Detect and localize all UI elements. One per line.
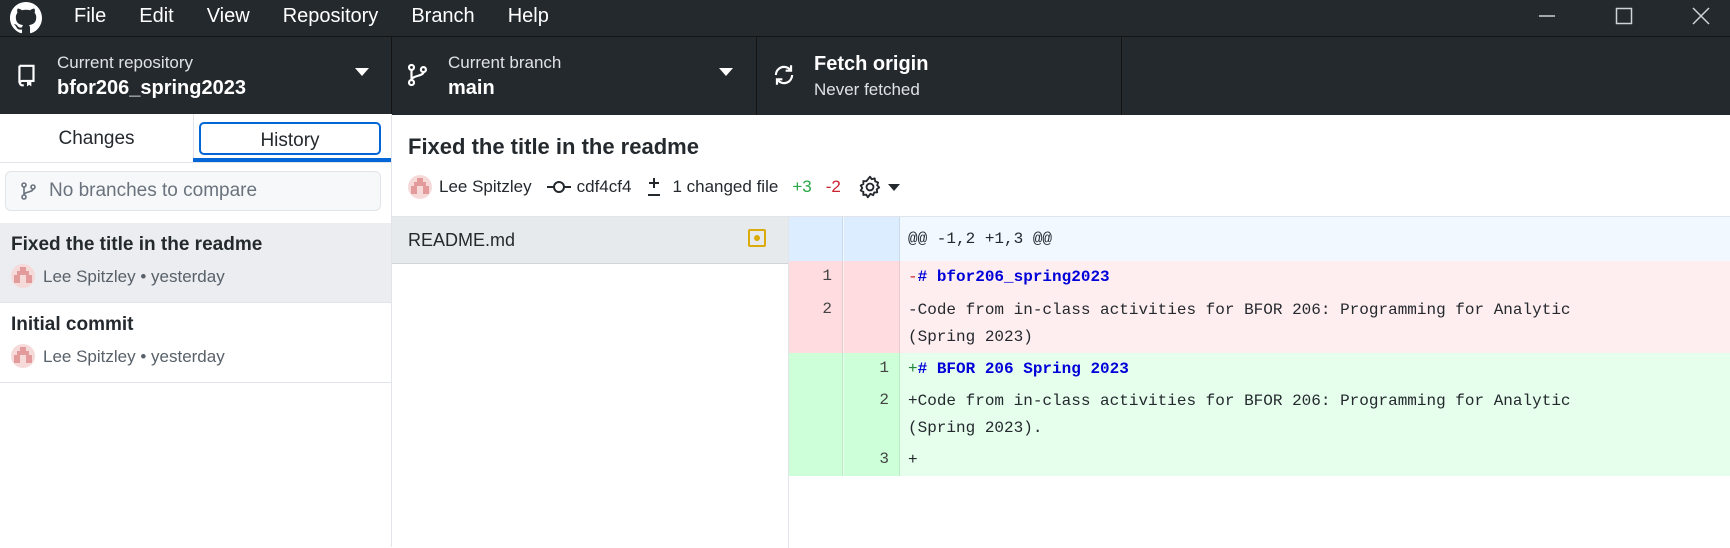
chevron-down-icon bbox=[719, 68, 733, 76]
diff-prefix: + bbox=[908, 360, 918, 378]
file-name: README.md bbox=[408, 230, 516, 250]
file-modified-icon bbox=[748, 229, 766, 247]
old-line-number: 2 bbox=[789, 294, 843, 353]
changed-files-list: README.md bbox=[392, 216, 789, 548]
diff-line-added[interactable]: 3 + bbox=[789, 444, 1730, 476]
changed-files-count: 1 changed file bbox=[672, 177, 779, 196]
maximize-icon bbox=[1615, 7, 1633, 25]
menu-bar: File Edit View Repository Branch Help bbox=[74, 0, 582, 32]
branch-icon bbox=[21, 182, 36, 200]
diff-line-added[interactable]: 1 +# BFOR 206 Spring 2023 bbox=[789, 353, 1730, 385]
new-line-number: 3 bbox=[844, 444, 900, 476]
commit-author-name: Lee Spitzley bbox=[439, 177, 532, 196]
commit-author: Lee Spitzley bbox=[408, 175, 532, 199]
commit-list-item[interactable]: Fixed the title in the readme Lee Spitzl… bbox=[0, 223, 391, 303]
close-icon bbox=[1692, 7, 1710, 25]
menu-view[interactable]: View bbox=[207, 0, 250, 32]
branch-compare-placeholder: No branches to compare bbox=[49, 180, 258, 201]
github-logo-icon[interactable] bbox=[10, 2, 42, 34]
diff-line-deleted[interactable]: 2 -Code from in-class activities for BFO… bbox=[789, 294, 1730, 353]
diff-line-continuation: (Spring 2023). bbox=[908, 419, 1043, 437]
new-line-number: 2 bbox=[844, 385, 900, 444]
additions-count: +3 bbox=[792, 177, 812, 196]
menu-repository[interactable]: Repository bbox=[283, 0, 379, 32]
branch-compare-input[interactable]: No branches to compare bbox=[5, 171, 381, 211]
diff-view: @@ -1,2 +1,3 @@ 1 -# bfor206_spring2023 … bbox=[789, 216, 1730, 476]
diff-icon bbox=[648, 178, 661, 196]
diff-line-text: # bfor206_spring2023 bbox=[917, 268, 1110, 286]
fetch-origin-label: Fetch origin bbox=[814, 53, 929, 75]
diff-line-continuation: (Spring 2023) bbox=[908, 328, 1033, 346]
commit-summary-title: Fixed the title in the readme bbox=[408, 134, 699, 159]
current-branch-button[interactable]: Current branch main bbox=[391, 37, 757, 115]
diff-hunk-header: @@ -1,2 +1,3 @@ bbox=[789, 217, 1730, 261]
close-button[interactable] bbox=[1676, 0, 1726, 32]
diff-settings-button[interactable] bbox=[857, 174, 900, 200]
chevron-down-icon bbox=[355, 68, 369, 76]
chevron-down-icon bbox=[887, 183, 900, 191]
fetch-origin-button[interactable]: Fetch origin Never fetched bbox=[757, 37, 1122, 115]
current-branch-label: Current branch bbox=[448, 53, 562, 72]
commit-list-item[interactable]: Initial commit Lee Spitzley • yesterday bbox=[0, 303, 391, 383]
commit-meta-bar: Lee Spitzley cdf4cf4 1 changed file +3 -… bbox=[408, 172, 914, 202]
sidebar: Changes History No branches to compare F… bbox=[0, 114, 392, 547]
toolbar: Current repository bfor206_spring2023 Cu… bbox=[0, 36, 1730, 115]
old-line-number bbox=[789, 217, 843, 261]
tab-changes[interactable]: Changes bbox=[0, 114, 194, 161]
commit-detail: Fixed the title in the readme Lee Spitzl… bbox=[392, 114, 1730, 548]
diff-prefix: - bbox=[908, 268, 918, 286]
old-line-number bbox=[789, 385, 843, 444]
repo-icon bbox=[18, 64, 35, 87]
new-line-number bbox=[844, 217, 900, 261]
maximize-button[interactable] bbox=[1599, 0, 1649, 32]
commit-meta: Lee Spitzley • yesterday bbox=[43, 347, 225, 366]
old-line-number: 1 bbox=[789, 261, 843, 294]
menu-branch[interactable]: Branch bbox=[411, 0, 474, 32]
old-line-number bbox=[789, 353, 843, 385]
diff-line-text: Code from in-class activities for BFOR 2… bbox=[917, 301, 1571, 319]
diff-line-added[interactable]: 2 +Code from in-class activities for BFO… bbox=[789, 385, 1730, 444]
old-line-number bbox=[789, 444, 843, 476]
diff-line-text: # BFOR 206 Spring 2023 bbox=[917, 360, 1129, 378]
deletions-count: -2 bbox=[825, 177, 841, 196]
tab-history[interactable]: History bbox=[199, 122, 381, 155]
avatar bbox=[408, 175, 432, 199]
diff-prefix: + bbox=[908, 451, 918, 469]
commit-sha[interactable]: cdf4cf4 bbox=[546, 177, 632, 197]
current-repository-value: bfor206_spring2023 bbox=[57, 77, 246, 99]
changed-files: 1 changed file bbox=[645, 176, 778, 198]
branch-icon bbox=[407, 63, 427, 87]
minimize-button[interactable] bbox=[1522, 0, 1572, 32]
avatar bbox=[11, 344, 35, 368]
title-bar: File Edit View Repository Branch Help bbox=[0, 0, 1730, 36]
menu-file[interactable]: File bbox=[74, 0, 106, 32]
git-commit-icon bbox=[546, 181, 571, 193]
current-repository-label: Current repository bbox=[57, 53, 194, 72]
sync-icon bbox=[774, 65, 794, 85]
hunk-header-text: @@ -1,2 +1,3 @@ bbox=[908, 230, 1053, 248]
fetch-origin-status: Never fetched bbox=[814, 80, 920, 99]
current-branch-value: main bbox=[448, 77, 495, 99]
commit-title: Initial commit bbox=[11, 314, 134, 335]
avatar bbox=[11, 264, 35, 288]
gear-icon bbox=[859, 175, 880, 199]
commit-meta: Lee Spitzley • yesterday bbox=[43, 267, 225, 286]
menu-help[interactable]: Help bbox=[508, 0, 549, 32]
file-list-item[interactable]: README.md bbox=[392, 217, 788, 264]
new-line-number bbox=[844, 261, 900, 294]
diff-line-text: Code from in-class activities for BFOR 2… bbox=[917, 392, 1571, 410]
diff-prefix: - bbox=[908, 301, 918, 319]
menu-edit[interactable]: Edit bbox=[139, 0, 173, 32]
sidebar-tabs: Changes History bbox=[0, 114, 391, 163]
new-line-number: 1 bbox=[844, 353, 900, 385]
commit-title: Fixed the title in the readme bbox=[11, 234, 263, 255]
diff-prefix: + bbox=[908, 392, 918, 410]
diff-line-deleted[interactable]: 1 -# bfor206_spring2023 bbox=[789, 261, 1730, 294]
current-repository-button[interactable]: Current repository bfor206_spring2023 bbox=[0, 37, 392, 115]
minimize-icon bbox=[1539, 15, 1555, 17]
line-stats: +3 -2 bbox=[792, 177, 841, 197]
active-tab-indicator bbox=[193, 158, 391, 162]
commit-sha-value: cdf4cf4 bbox=[576, 177, 632, 196]
new-line-number bbox=[844, 294, 900, 353]
